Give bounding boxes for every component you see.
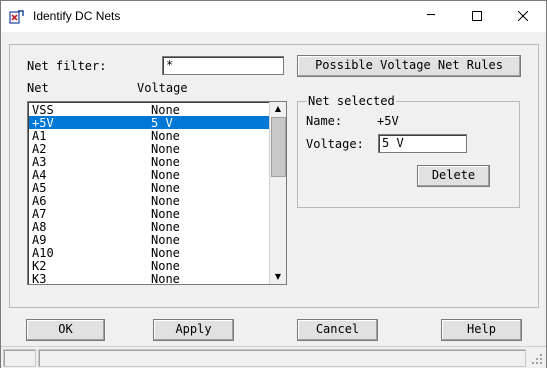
close-icon (518, 11, 528, 21)
net-voltage: None (151, 142, 180, 156)
net-list-row[interactable]: A6 None (29, 194, 269, 208)
net-name: A8 (32, 220, 47, 234)
net-voltage: None (151, 194, 180, 208)
net-list-scrollbar[interactable]: ▲ ▼ (269, 102, 286, 284)
cancel-label: Cancel (315, 322, 360, 336)
help-label: Help (467, 322, 496, 336)
net-list-row[interactable]: A5 None (29, 181, 269, 195)
voltage-label: Voltage: (306, 137, 364, 151)
net-name: +5V (32, 116, 54, 130)
net-voltage: 5 V (151, 116, 173, 130)
net-name: A10 (32, 246, 54, 260)
net-name: A2 (32, 142, 47, 156)
net-voltage: None (151, 129, 180, 143)
ok-button[interactable]: OK (26, 319, 105, 341)
net-name: A9 (32, 233, 47, 247)
voltage-input-value: 5 V (382, 136, 404, 150)
net-name: A7 (32, 207, 47, 221)
title-bar[interactable]: Identify DC Nets ─ (1, 1, 546, 32)
net-voltage: None (151, 155, 180, 169)
net-voltage: None (151, 168, 180, 182)
net-selected-title: Net selected (307, 94, 396, 108)
net-column-header: Net (27, 81, 49, 95)
ok-label: OK (58, 322, 73, 336)
minimize-icon: ─ (427, 8, 435, 23)
scroll-up-arrow-icon[interactable]: ▲ (270, 102, 286, 116)
net-filter-value: * (166, 58, 174, 72)
net-name: A5 (32, 181, 47, 195)
cancel-button[interactable]: Cancel (297, 319, 378, 341)
net-name: K2 (32, 259, 47, 273)
status-cell-left (3, 349, 36, 367)
delete-label: Delete (431, 168, 476, 182)
net-list-row[interactable]: VSS None (29, 103, 269, 117)
net-voltage: None (151, 233, 180, 247)
app-icon (9, 10, 24, 24)
net-filter-label: Net filter: (27, 59, 107, 73)
maximize-icon (472, 11, 482, 21)
status-bar (1, 346, 546, 368)
scrollbar-thumb[interactable] (271, 117, 286, 177)
net-list-row[interactable]: A4 None (29, 168, 269, 182)
net-list-row[interactable]: A8 None (29, 220, 269, 234)
net-list-row[interactable]: A3 None (29, 155, 269, 169)
net-voltage: None (151, 207, 180, 221)
net-name: A6 (32, 194, 47, 208)
minimize-button[interactable]: ─ (408, 1, 454, 32)
apply-button[interactable]: Apply (153, 319, 234, 341)
window-title: Identify DC Nets (33, 9, 121, 23)
net-voltage: None (151, 103, 180, 117)
identify-dc-nets-dialog: Identify DC Nets ─ Net filter: * Possibl… (0, 0, 547, 368)
net-name: A3 (32, 155, 47, 169)
net-voltage: None (151, 246, 180, 260)
net-list-row[interactable]: A10 None (29, 246, 269, 260)
dialog-body: Net filter: * Possible Voltage Net Rules… (1, 32, 546, 368)
net-name: K3 (32, 272, 47, 285)
net-list-row[interactable]: +5V 5 V (29, 116, 269, 130)
name-value: +5V (377, 114, 399, 128)
maximize-button[interactable] (454, 1, 500, 32)
net-list-row[interactable]: A2 None (29, 142, 269, 156)
net-list[interactable]: VSS None +5V 5 V A1 None A2 None A3 None A4 None A5 N… (27, 101, 287, 285)
status-cell-main (38, 349, 526, 367)
net-name: VSS (32, 103, 54, 117)
net-list-row[interactable]: K3 None (29, 272, 269, 285)
voltage-input[interactable]: 5 V (378, 134, 467, 153)
net-name: A1 (32, 129, 47, 143)
apply-label: Apply (175, 322, 212, 336)
delete-button[interactable]: Delete (417, 165, 490, 187)
resize-grip-icon[interactable] (531, 353, 543, 365)
net-list-row[interactable]: A7 None (29, 207, 269, 221)
help-button[interactable]: Help (441, 319, 522, 341)
net-list-row[interactable]: A9 None (29, 233, 269, 247)
net-voltage: None (151, 220, 180, 234)
net-voltage: None (151, 181, 180, 195)
net-voltage: None (151, 259, 180, 273)
possible-voltage-net-rules-label: Possible Voltage Net Rules (315, 58, 503, 72)
scroll-down-arrow-icon[interactable]: ▼ (270, 270, 286, 284)
voltage-column-header: Voltage (137, 81, 188, 95)
net-name: A4 (32, 168, 47, 182)
name-label: Name: (306, 114, 343, 128)
net-voltage: None (151, 272, 180, 285)
close-button[interactable] (500, 1, 546, 32)
net-filter-input[interactable]: * (162, 56, 284, 75)
possible-voltage-net-rules-button[interactable]: Possible Voltage Net Rules (297, 55, 521, 77)
net-list-row[interactable]: K2 None (29, 259, 269, 273)
net-list-row[interactable]: A1 None (29, 129, 269, 143)
